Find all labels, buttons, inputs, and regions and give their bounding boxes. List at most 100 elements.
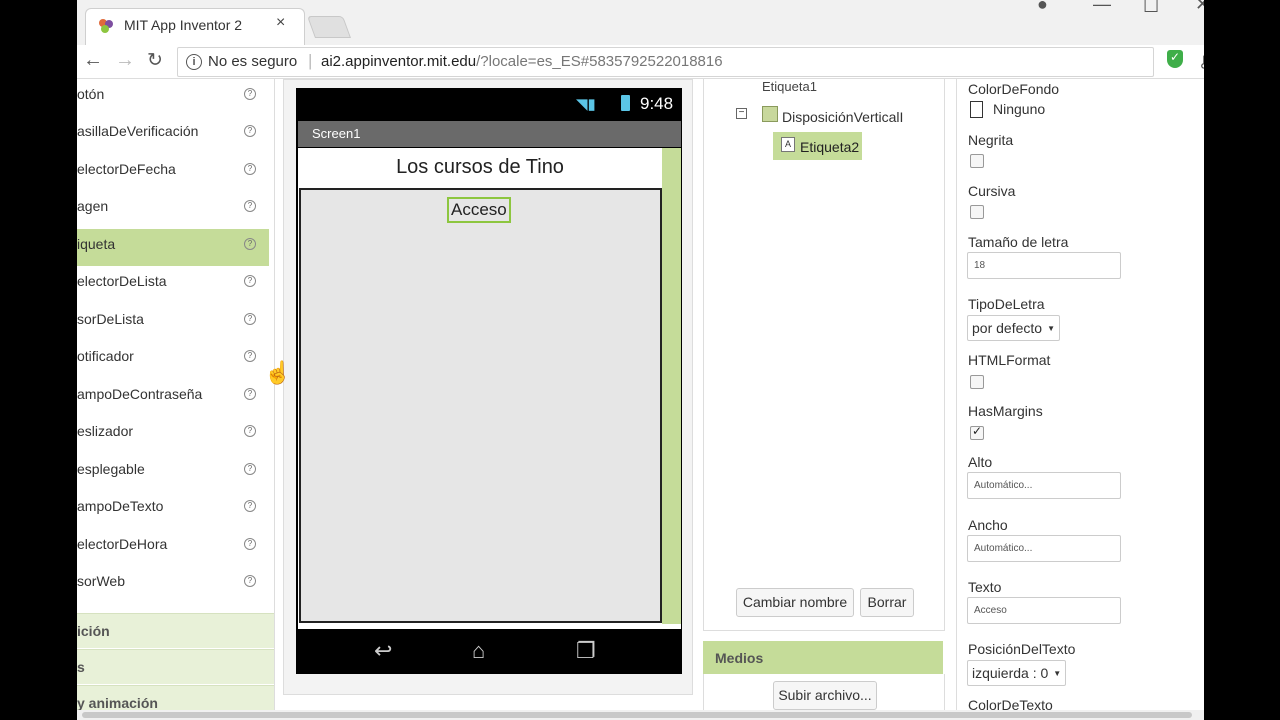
height-input[interactable]: Automático... [967, 472, 1121, 499]
italic-checkbox[interactable] [970, 205, 984, 219]
collapse-icon[interactable]: − [736, 108, 747, 119]
help-icon[interactable]: ? [244, 88, 256, 100]
palette-item[interactable]: ampoDeContraseña? [77, 379, 269, 416]
properties-panel: ColorDeFondo Ninguno Negrita Cursiva Tam… [956, 79, 1204, 720]
palette-item[interactable]: electorDeHora? [77, 529, 269, 566]
reload-icon[interactable]: ↻ [147, 49, 163, 72]
palette-category-label: ición [77, 623, 110, 639]
help-icon[interactable]: ? [244, 575, 256, 587]
address-bar[interactable]: i No es seguro | ai2.appinventor.mit.edu… [177, 47, 1204, 77]
close-tab-icon[interactable]: × [276, 14, 285, 32]
palette-item-label: electorDeLista [77, 273, 167, 289]
palette-item-label: ampoDeContraseña [77, 386, 203, 402]
key-icon[interactable]: ⚷ [1198, 52, 1204, 72]
upload-file-button[interactable]: Subir archivo... [773, 681, 877, 710]
phone-nav-bar: ↩ ⌂ ❐ [296, 630, 682, 674]
palette-item[interactable]: electorDeLista? [77, 266, 269, 303]
palette-item-label: sorDeLista [77, 311, 144, 327]
new-tab-button[interactable] [306, 16, 352, 38]
browser-tab[interactable]: MIT App Inventor 2 × [85, 8, 305, 46]
palette-item[interactable]: electorDeFecha? [77, 154, 269, 191]
forward-icon[interactable]: → [115, 49, 135, 72]
profile-icon[interactable]: ● [1037, 0, 1048, 15]
palette-item-label: agen [77, 198, 109, 214]
help-icon[interactable]: ? [244, 163, 256, 175]
browser-toolbar: ← → ↻ i No es seguro | ai2.appinventor.m… [77, 45, 1204, 79]
component-palette: otón? asillaDeVerificación? electorDeFec… [77, 79, 275, 720]
tree-item-etiqueta2-selected[interactable]: A Etiqueta2 [773, 132, 862, 160]
vertical-arrangement[interactable]: Acceso [299, 188, 662, 623]
help-icon[interactable]: ? [244, 200, 256, 212]
shield-icon[interactable] [1167, 50, 1183, 68]
palette-item[interactable]: agen? [77, 191, 269, 228]
palette-item-label: otón [77, 86, 105, 102]
palette-item[interactable]: otón? [77, 79, 269, 116]
html-format-checkbox[interactable] [970, 375, 984, 389]
font-size-value: 18 [974, 260, 986, 271]
battery-icon [621, 95, 630, 111]
rename-button[interactable]: Cambiar nombre [736, 588, 854, 617]
help-icon[interactable]: ? [244, 125, 256, 137]
minimize-icon[interactable]: — [1093, 0, 1111, 15]
palette-item-label: sorWeb [77, 573, 125, 589]
palette-item-label: asillaDeVerificación [77, 123, 199, 139]
palette-item[interactable]: sorDeLista? [77, 304, 269, 341]
palette-item[interactable]: sorWeb? [77, 566, 269, 603]
prop-label-font-type: TipoDeLetra [968, 296, 1045, 312]
has-margins-checkbox[interactable] [970, 424, 984, 440]
url-host: ai2.appinventor.mit.edu [321, 53, 477, 70]
help-icon[interactable]: ? [244, 425, 256, 437]
text-alignment-select[interactable]: izquierda : 0 ▼ [967, 660, 1067, 686]
url-text[interactable]: ai2.appinventor.mit.edu/?locale=es_ES#58… [321, 53, 723, 70]
help-icon[interactable]: ? [244, 238, 256, 250]
prop-label-text: Texto [968, 579, 1002, 595]
palette-category[interactable]: s [77, 649, 274, 684]
label-etiqueta1[interactable]: Los cursos de Tino [298, 156, 662, 179]
prop-label-bold: Negrita [968, 132, 1014, 148]
info-icon[interactable]: i [186, 54, 202, 70]
vertical-arrangement-icon [762, 106, 778, 122]
palette-item-selected[interactable]: iqueta? [77, 229, 269, 266]
url-path: /?locale=es_ES#5835792522018816 [476, 53, 723, 70]
palette-item[interactable]: esplegable? [77, 454, 269, 491]
maximize-icon[interactable]: ☐ [1143, 0, 1159, 17]
palette-item-label: electorDeFecha [77, 161, 176, 177]
help-icon[interactable]: ? [244, 388, 256, 400]
background-color-value[interactable]: Ninguno [993, 101, 1045, 117]
hand-cursor-icon: ☝ [264, 360, 292, 385]
palette-item[interactable]: otificador? [77, 341, 269, 378]
palette-item-label: electorDeHora [77, 536, 168, 552]
palette-item[interactable]: eslizador? [77, 416, 269, 453]
tree-item-etiqueta1[interactable]: Etiqueta1 [762, 79, 817, 94]
close-window-icon[interactable]: ✕ [1195, 0, 1204, 15]
tab-strip: MIT App Inventor 2 × ● — ☐ ✕ [77, 0, 1204, 46]
palette-item-label: esplegable [77, 461, 145, 477]
width-input[interactable]: Automático... [967, 535, 1121, 562]
horizontal-scrollbar[interactable] [77, 710, 1204, 720]
scrollbar-thumb[interactable] [82, 712, 1192, 718]
palette-item[interactable]: asillaDeVerificación? [77, 116, 269, 153]
prop-label-html-format: HTMLFormat [968, 352, 1051, 368]
color-swatch[interactable] [970, 101, 983, 118]
help-icon[interactable]: ? [244, 275, 256, 287]
help-icon[interactable]: ? [244, 500, 256, 512]
help-icon[interactable]: ? [244, 313, 256, 325]
bold-checkbox[interactable] [970, 154, 984, 168]
help-icon[interactable]: ? [244, 350, 256, 362]
screen-scroll-strip [662, 148, 681, 624]
palette-category[interactable]: ición [77, 613, 274, 648]
label-etiqueta2-selected[interactable]: Acceso [447, 197, 511, 223]
font-size-input[interactable]: 18 [967, 252, 1121, 279]
font-type-select[interactable]: por defecto ▼ [967, 315, 1060, 341]
palette-item-label: iqueta [77, 236, 116, 252]
palette-item[interactable]: ampoDeTexto? [77, 491, 269, 528]
label-icon: A [781, 137, 795, 152]
screen-canvas[interactable]: Los cursos de Tino Acceso [298, 148, 662, 624]
tree-item-vertical-arrangement[interactable]: DisposiciónVerticalI [782, 109, 903, 125]
help-icon[interactable]: ? [244, 463, 256, 475]
delete-button[interactable]: Borrar [860, 588, 914, 617]
help-icon[interactable]: ? [244, 538, 256, 550]
back-icon[interactable]: ← [83, 49, 103, 72]
text-input[interactable]: Acceso [967, 597, 1121, 624]
text-value: Acceso [974, 605, 1007, 616]
